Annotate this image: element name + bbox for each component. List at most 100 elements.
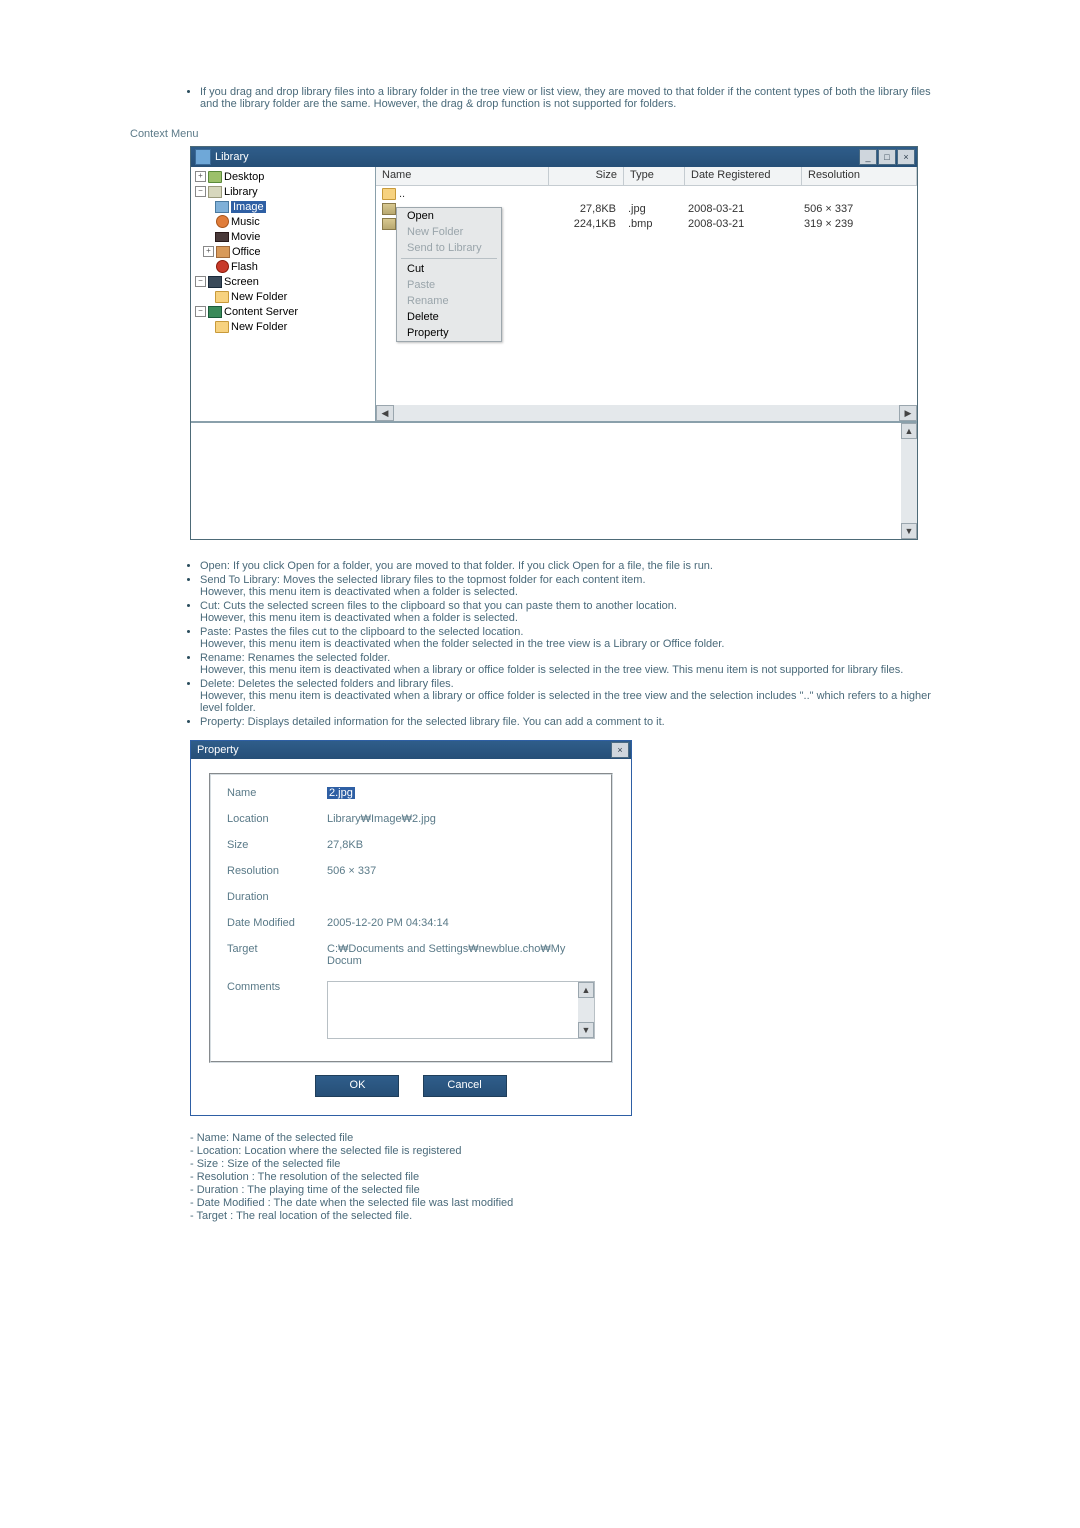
menu-separator — [401, 258, 497, 259]
menu-paste: Paste — [397, 277, 501, 293]
horizontal-scrollbar[interactable]: ◀ ▶ — [376, 405, 917, 421]
col-size[interactable]: Size — [549, 167, 624, 185]
bullet-property: Property: Displays detailed information … — [200, 716, 950, 728]
menu-open[interactable]: Open — [397, 208, 501, 224]
label-resolution: Resolution — [227, 865, 327, 877]
value-name: 2.jpg — [327, 787, 355, 799]
property-titlebar: Property × — [191, 741, 631, 759]
bullet-cut: Cut: Cuts the selected screen files to t… — [200, 600, 950, 624]
section-heading: Context Menu — [130, 122, 1080, 146]
list-cell: 27,8KB — [548, 203, 622, 215]
image-file-icon — [382, 203, 396, 215]
bullet-rename: Rename: Renames the selected folder. How… — [200, 652, 950, 676]
value-target: C:₩Documents and Settings₩newblue.cho₩My… — [327, 943, 595, 967]
tree-movie[interactable]: Movie — [195, 229, 371, 244]
maximize-button[interactable]: □ — [878, 149, 896, 165]
scroll-up-icon[interactable]: ▲ — [901, 423, 917, 439]
tree-desktop[interactable]: + Desktop — [195, 169, 371, 184]
tree-label: Movie — [231, 231, 260, 243]
close-button[interactable]: × — [897, 149, 915, 165]
tree-image[interactable]: Image — [195, 199, 371, 214]
col-type[interactable]: Type — [624, 167, 685, 185]
tree-screen[interactable]: − Screen — [195, 274, 371, 289]
def-size: - Size : Size of the selected file — [190, 1158, 890, 1170]
tree-new-folder[interactable]: New Folder — [195, 289, 371, 304]
close-button[interactable]: × — [611, 742, 629, 758]
menu-send-to-library: Send to Library — [397, 240, 501, 256]
bullet-open: Open: If you click Open for a folder, yo… — [200, 560, 950, 572]
bullet-send: Send To Library: Moves the selected libr… — [200, 574, 950, 598]
preview-pane: ▲ ▼ — [191, 421, 917, 539]
value-resolution: 506 × 337 — [327, 865, 595, 877]
label-date-modified: Date Modified — [227, 917, 327, 929]
list-cell: .bmp — [622, 218, 682, 230]
list-cell: 2008-03-21 — [682, 218, 798, 230]
label-target: Target — [227, 943, 327, 955]
expand-icon[interactable]: + — [195, 171, 206, 182]
list-cell: 224,1KB — [548, 218, 622, 230]
label-size: Size — [227, 839, 327, 851]
tree-flash[interactable]: Flash — [195, 259, 371, 274]
tree-label: Screen — [224, 276, 259, 288]
up-folder-icon — [382, 188, 396, 200]
library-window: Library _ □ × + Desktop − Library — [190, 146, 918, 540]
value-date-modified: 2005-12-20 PM 04:34:14 — [327, 917, 595, 929]
tree-label: Music — [231, 216, 260, 228]
tree-label: Flash — [231, 261, 258, 273]
list-cell: .jpg — [622, 203, 682, 215]
tree-label: Office — [232, 246, 261, 258]
bullet-delete: Delete: Deletes the selected folders and… — [200, 678, 950, 714]
scroll-down-icon[interactable]: ▼ — [901, 523, 917, 539]
label-duration: Duration — [227, 891, 327, 903]
collapse-icon[interactable]: − — [195, 186, 206, 197]
tree-label-selected: Image — [231, 201, 266, 213]
tree-label: Desktop — [224, 171, 264, 183]
image-file-icon — [382, 218, 396, 230]
def-duration: - Duration : The playing time of the sel… — [190, 1184, 890, 1196]
menu-rename: Rename — [397, 293, 501, 309]
scroll-right-icon[interactable]: ▶ — [899, 405, 917, 421]
tree-music[interactable]: Music — [195, 214, 371, 229]
bullet-paste: Paste: Pastes the files cut to the clipb… — [200, 626, 950, 650]
expand-icon[interactable]: + — [203, 246, 214, 257]
vertical-scrollbar[interactable]: ▲ ▼ — [578, 982, 594, 1038]
label-name: Name — [227, 787, 327, 799]
label-comments: Comments — [227, 981, 327, 993]
menu-property[interactable]: Property — [397, 325, 501, 341]
tree-label: Content Server — [224, 306, 298, 318]
col-res[interactable]: Resolution — [802, 167, 917, 185]
cancel-button[interactable]: Cancel — [423, 1075, 507, 1097]
value-location: Library₩Image₩2.jpg — [327, 813, 595, 825]
tree-office[interactable]: + Office — [195, 244, 371, 259]
tree-library[interactable]: − Library — [195, 184, 371, 199]
description-list: Open: If you click Open for a folder, yo… — [190, 560, 950, 728]
value-size: 27,8KB — [327, 839, 595, 851]
vertical-scrollbar[interactable]: ▲ ▼ — [901, 423, 917, 539]
comments-textarea[interactable]: ▲ ▼ — [327, 981, 595, 1039]
list-cell: 2008-03-21 — [682, 203, 798, 215]
scroll-down-icon[interactable]: ▼ — [578, 1022, 594, 1038]
label-location: Location — [227, 813, 327, 825]
ok-button[interactable]: OK — [315, 1075, 399, 1097]
scroll-left-icon[interactable]: ◀ — [376, 405, 394, 421]
scroll-up-icon[interactable]: ▲ — [578, 982, 594, 998]
tree-content-server[interactable]: − Content Server — [195, 304, 371, 319]
menu-cut[interactable]: Cut — [397, 261, 501, 277]
def-name: - Name: Name of the selected file — [190, 1132, 890, 1144]
library-titlebar: Library _ □ × — [191, 147, 917, 167]
minimize-button[interactable]: _ — [859, 149, 877, 165]
tree-new-folder[interactable]: New Folder — [195, 319, 371, 334]
list-row-up[interactable]: .. — [376, 186, 917, 201]
list-header: Name Size Type Date Registered Resolutio… — [376, 167, 917, 186]
col-date[interactable]: Date Registered — [685, 167, 802, 185]
list-cell: .. — [399, 188, 405, 200]
library-app-icon — [195, 149, 211, 165]
def-location: - Location: Location where the selected … — [190, 1145, 890, 1157]
menu-delete[interactable]: Delete — [397, 309, 501, 325]
tree-label: New Folder — [231, 291, 287, 303]
collapse-icon[interactable]: − — [195, 276, 206, 287]
collapse-icon[interactable]: − — [195, 306, 206, 317]
col-name[interactable]: Name — [376, 167, 549, 185]
tree-label: Library — [224, 186, 258, 198]
def-date-modified: - Date Modified : The date when the sele… — [190, 1197, 890, 1209]
